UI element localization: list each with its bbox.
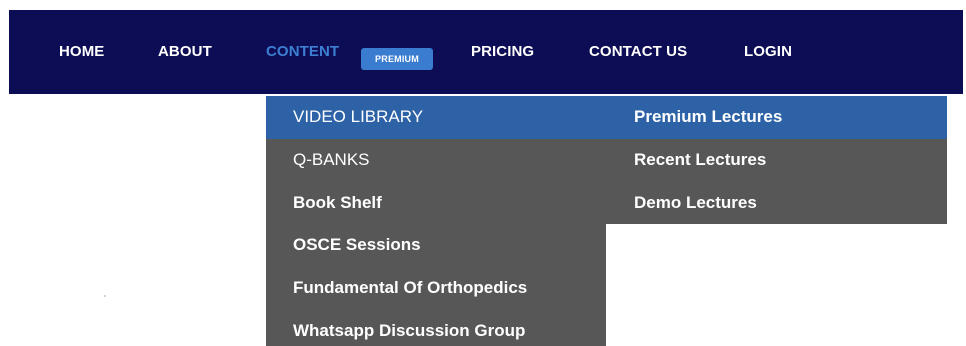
nav-pricing[interactable]: PRICING (471, 40, 534, 64)
menu-item-demo-lectures[interactable]: Demo Lectures (606, 182, 947, 225)
nav-login[interactable]: LOGIN (744, 40, 792, 64)
background-speck (104, 295, 106, 297)
menu-item-premium-lectures[interactable]: Premium Lectures (606, 96, 947, 139)
menu-item-video-library[interactable]: VIDEO LIBRARY (266, 96, 606, 139)
menu-item-whatsapp-discussion-group[interactable]: Whatsapp Discussion Group (266, 310, 606, 346)
nav-contact-us[interactable]: CONTACT US (589, 40, 687, 64)
main-navbar: HOME ABOUT CONTENT PREMIUM PRICING CONTA… (9, 10, 963, 94)
menu-item-recent-lectures[interactable]: Recent Lectures (606, 139, 947, 182)
menu-item-q-banks[interactable]: Q-BANKS (266, 139, 606, 182)
nav-about[interactable]: ABOUT (158, 40, 212, 64)
video-library-flyout-menu: Premium Lectures Recent Lectures Demo Le… (606, 96, 947, 225)
menu-item-book-shelf[interactable]: Book Shelf (266, 182, 606, 225)
premium-badge: PREMIUM (361, 48, 433, 70)
content-dropdown-menu: VIDEO LIBRARY Q-BANKS Book Shelf OSCE Se… (266, 96, 606, 346)
menu-item-osce-sessions[interactable]: OSCE Sessions (266, 224, 606, 267)
menu-item-fundamental-of-orthopedics[interactable]: Fundamental Of Orthopedics (266, 267, 606, 310)
page: HOME ABOUT CONTENT PREMIUM PRICING CONTA… (0, 0, 966, 346)
nav-home[interactable]: HOME (59, 40, 104, 64)
nav-content[interactable]: CONTENT (266, 40, 339, 64)
